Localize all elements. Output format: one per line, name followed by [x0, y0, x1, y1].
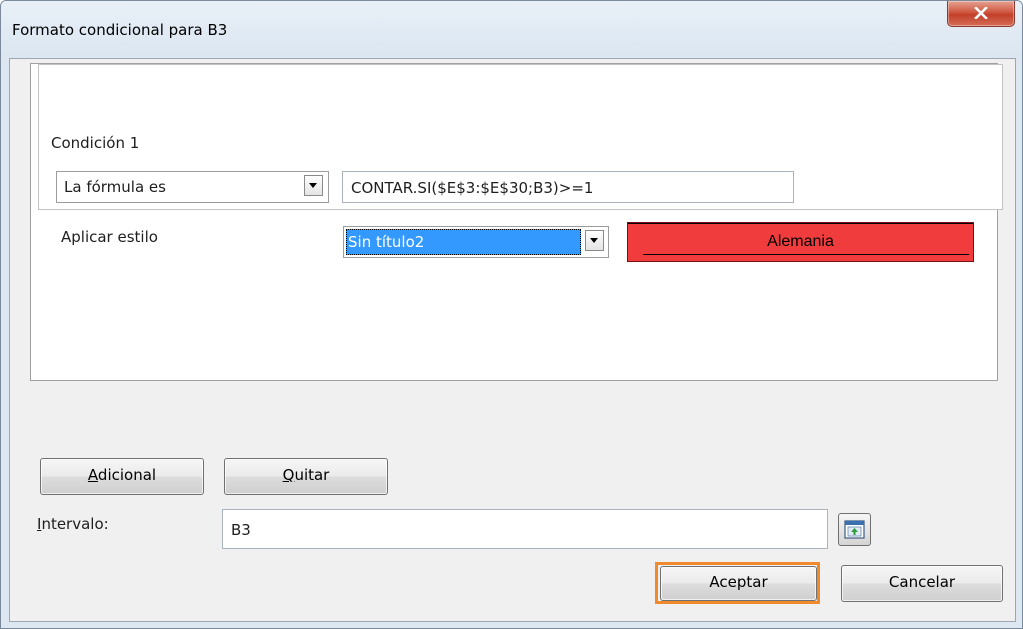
formula-value: CONTAR.SI($E$3:$E$30;B3)>=1	[351, 179, 594, 197]
cancel-button[interactable]: Cancelar	[841, 565, 1003, 602]
close-button[interactable]	[947, 1, 1015, 27]
range-value: B3	[231, 521, 251, 539]
range-label-rest: ntervalo:	[41, 515, 109, 533]
dialog-title: Formato condicional para B3	[12, 21, 228, 39]
preview-underline-left	[643, 254, 853, 255]
chevron-down-icon	[590, 238, 598, 243]
apply-style-label: Aplicar estilo	[61, 228, 158, 246]
style-preview: Alemania	[627, 222, 974, 262]
remove-mnemonic: Q	[282, 466, 295, 484]
style-value: Sin título2	[348, 233, 425, 251]
range-input[interactable]: B3	[222, 509, 828, 549]
close-icon	[974, 7, 988, 19]
remove-button[interactable]: Quitar	[224, 458, 388, 495]
range-label: Intervalo:	[37, 515, 109, 533]
additional-label-rest: dicional	[97, 466, 157, 484]
ok-button-focus-highlight	[655, 562, 820, 604]
style-dropdown-button[interactable]	[585, 230, 604, 251]
preview-underline-right	[851, 254, 969, 255]
preview-top-line	[628, 223, 973, 224]
condition-type-value: La fórmula es	[64, 178, 166, 196]
formula-input[interactable]: CONTAR.SI($E$3:$E$30;B3)>=1	[342, 171, 794, 203]
additional-mnemonic: A	[87, 466, 98, 484]
condition-heading: Condición 1	[51, 134, 140, 152]
remove-label-rest: uitar	[294, 466, 330, 484]
preview-text: Alemania	[767, 233, 834, 250]
style-dropdown[interactable]: Sin título2	[343, 226, 609, 258]
condition-type-dropdown-button[interactable]	[304, 175, 323, 196]
condition-type-dropdown[interactable]: La fórmula es	[56, 171, 329, 203]
additional-button[interactable]: Adicional	[40, 458, 204, 495]
chevron-down-icon	[309, 183, 317, 188]
title-bar: Formato condicional para B3	[1, 1, 1022, 57]
shrink-range-icon	[844, 520, 865, 539]
shrink-range-button[interactable]	[838, 513, 871, 546]
